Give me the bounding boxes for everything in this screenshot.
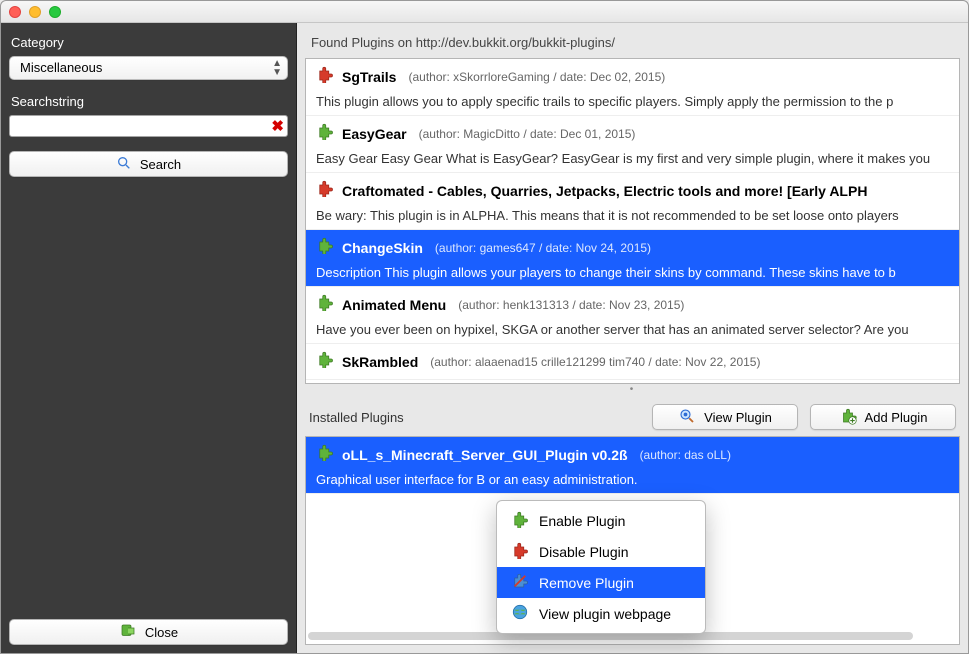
search-button[interactable]: Search xyxy=(9,151,288,177)
plugin-name: SgTrails xyxy=(342,69,396,85)
splitter-handle[interactable]: • xyxy=(297,384,968,394)
plugin-row[interactable]: SkRambled (author: alaaenad15 crille1212… xyxy=(306,344,959,380)
puzzle-icon xyxy=(316,350,334,373)
add-plugin-button[interactable]: Add Plugin xyxy=(810,404,956,430)
plugin-row[interactable]: Animated Menu (author: henk131313 / date… xyxy=(306,287,959,344)
view-plugin-icon xyxy=(678,407,696,428)
view-plugin-label: View Plugin xyxy=(704,410,772,425)
plugin-manager-window: Category Miscellaneous ▲▼ Searchstring ✖… xyxy=(0,0,969,654)
plugin-meta: (author: alaaenad15 crille121299 tim740 … xyxy=(430,355,760,369)
context-menu-label: Disable Plugin xyxy=(539,544,629,560)
window-controls xyxy=(9,6,61,18)
zoom-window-icon[interactable] xyxy=(49,6,61,18)
plugin-meta: (author: games647 / date: Nov 24, 2015) xyxy=(435,241,651,255)
search-icon xyxy=(116,155,132,174)
category-select[interactable]: Miscellaneous xyxy=(9,56,288,80)
plugin-name: SkRambled xyxy=(342,354,418,370)
puzzle-icon xyxy=(316,122,334,145)
plugin-description: Have you ever been on hypixel, SKGA or a… xyxy=(316,322,949,337)
close-window-icon[interactable] xyxy=(9,6,21,18)
add-plugin-icon xyxy=(839,407,857,428)
plugin-row[interactable]: SgTrails (author: xSkorrloreGaming / dat… xyxy=(306,59,959,116)
plugin-row[interactable]: Craftomated - Cables, Quarries, Jetpacks… xyxy=(306,173,959,230)
puzzle-icon xyxy=(316,236,334,259)
found-plugins-label: Found Plugins on http://dev.bukkit.org/b… xyxy=(297,23,968,58)
minimize-window-icon[interactable] xyxy=(29,6,41,18)
plugin-meta: (author: MagicDitto / date: Dec 01, 2015… xyxy=(419,127,636,141)
plugin-description: Graphical user interface for B or an eas… xyxy=(316,472,949,487)
context-menu-label: Remove Plugin xyxy=(539,575,634,591)
plugin-meta: (author: henk131313 / date: Nov 23, 2015… xyxy=(458,298,684,312)
found-plugins-list: SgTrails (author: xSkorrloreGaming / dat… xyxy=(305,58,960,384)
plugin-row[interactable]: EasyGear (author: MagicDitto / date: Dec… xyxy=(306,116,959,173)
titlebar[interactable] xyxy=(1,1,968,23)
close-icon xyxy=(119,622,137,643)
context-menu-label: Enable Plugin xyxy=(539,513,625,529)
plugin-meta: (author: xSkorrloreGaming / date: Dec 02… xyxy=(408,70,665,84)
context-menu-label: View plugin webpage xyxy=(539,606,671,622)
puzzle-icon xyxy=(316,293,334,316)
context-menu-item[interactable]: Disable Plugin xyxy=(497,536,705,567)
context-menu-icon xyxy=(511,572,529,593)
plugin-name: ChangeSkin xyxy=(342,240,423,256)
close-button[interactable]: Close xyxy=(9,619,288,645)
sidebar: Category Miscellaneous ▲▼ Searchstring ✖… xyxy=(1,23,297,653)
context-menu-icon xyxy=(511,541,529,562)
window-body: Category Miscellaneous ▲▼ Searchstring ✖… xyxy=(1,23,968,653)
plugin-meta: (author: das oLL) xyxy=(640,448,731,462)
context-menu-item[interactable]: Enable Plugin xyxy=(497,505,705,536)
installed-header-row: Installed Plugins View Plugin Add Plugin xyxy=(297,394,968,436)
plugin-description: Description This plugin allows your play… xyxy=(316,265,949,280)
close-button-label: Close xyxy=(145,625,178,640)
puzzle-icon xyxy=(316,179,334,202)
plugin-description: This plugin allows you to apply specific… xyxy=(316,94,949,109)
plugin-description: Be wary: This plugin is in ALPHA. This m… xyxy=(316,208,949,223)
found-plugins-scroll[interactable]: SgTrails (author: xSkorrloreGaming / dat… xyxy=(306,59,959,383)
plugin-name: Animated Menu xyxy=(342,297,446,313)
plugin-name: EasyGear xyxy=(342,126,407,142)
search-input[interactable] xyxy=(9,115,288,137)
plugin-name: oLL_s_Minecraft_Server_GUI_Plugin v0.2ß xyxy=(342,447,628,463)
installed-plugins-label: Installed Plugins xyxy=(309,410,640,425)
searchstring-label: Searchstring xyxy=(11,94,288,109)
context-menu: Enable Plugin Disable Plugin Remove Plug… xyxy=(496,500,706,634)
add-plugin-label: Add Plugin xyxy=(865,410,928,425)
puzzle-icon xyxy=(316,443,334,466)
category-label: Category xyxy=(11,35,288,50)
puzzle-icon xyxy=(316,65,334,88)
search-button-label: Search xyxy=(140,157,181,172)
plugin-row[interactable]: ChangeSkin (author: games647 / date: Nov… xyxy=(306,230,959,287)
view-plugin-button[interactable]: View Plugin xyxy=(652,404,798,430)
plugin-row[interactable]: oLL_s_Minecraft_Server_GUI_Plugin v0.2ß … xyxy=(306,437,959,494)
plugin-description: Easy Gear Easy Gear What is EasyGear? Ea… xyxy=(316,151,949,166)
context-menu-icon xyxy=(511,510,529,531)
context-menu-item[interactable]: View plugin webpage xyxy=(497,598,705,629)
context-menu-icon xyxy=(511,603,529,624)
context-menu-item[interactable]: Remove Plugin xyxy=(497,567,705,598)
clear-search-icon[interactable]: ✖ xyxy=(271,117,284,135)
plugin-name: Craftomated - Cables, Quarries, Jetpacks… xyxy=(342,183,867,199)
